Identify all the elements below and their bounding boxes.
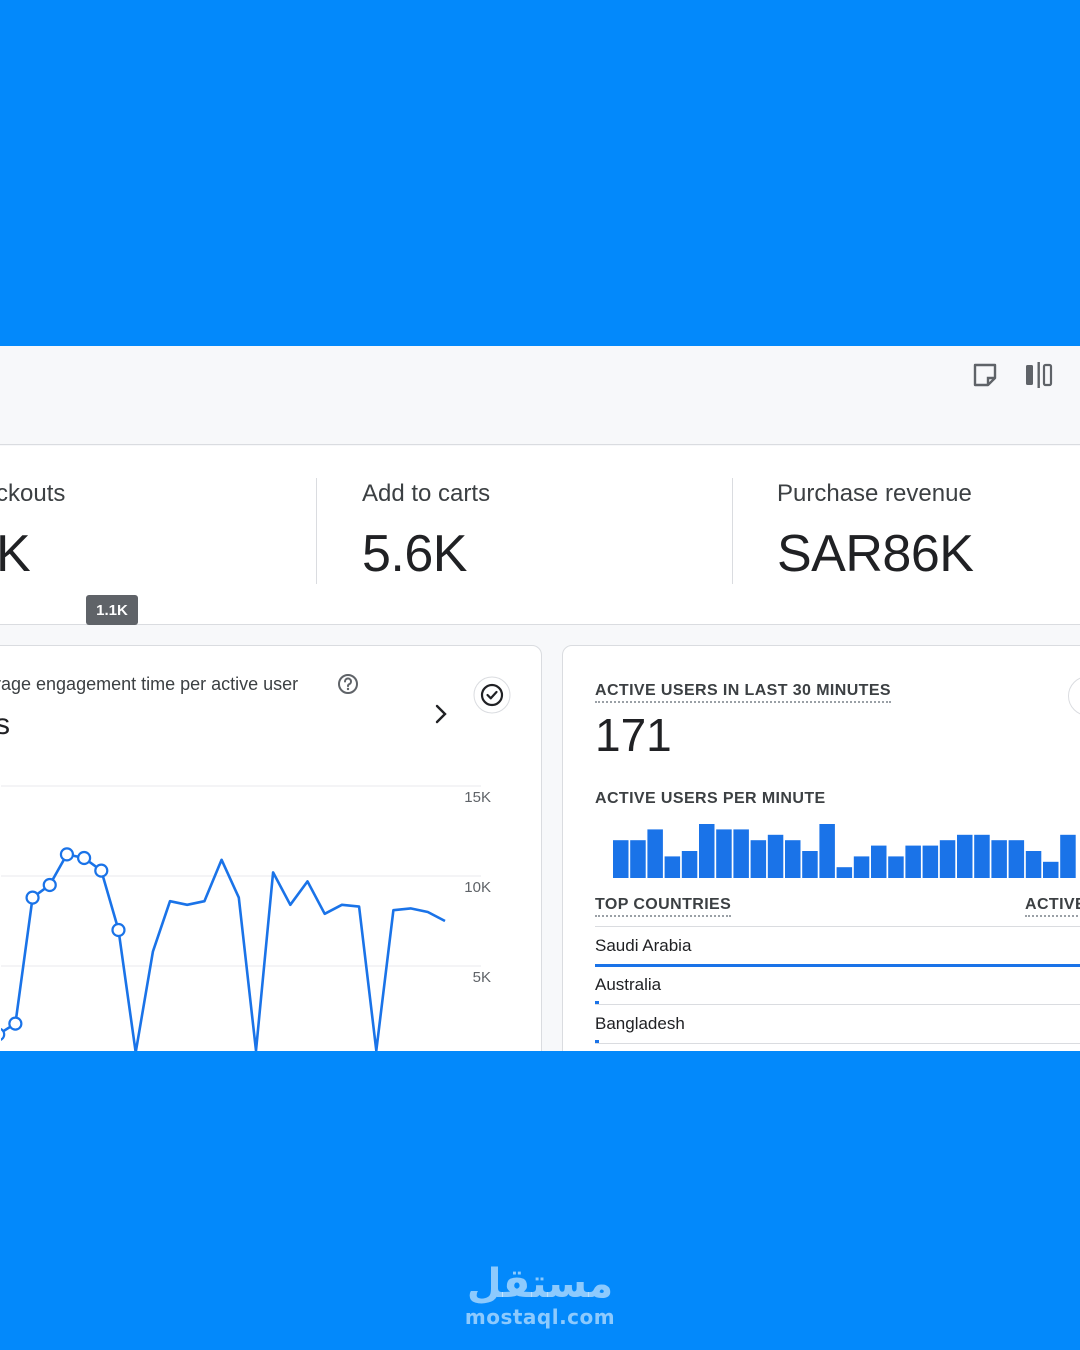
minute-bar — [681, 851, 698, 878]
minute-bar — [819, 824, 835, 878]
watermark-latin: mostaql.com — [464, 1305, 616, 1329]
minute-bar — [767, 834, 784, 878]
realtime-title[interactable]: ACTIVE USERS IN LAST 30 MINUTES — [595, 682, 891, 703]
engagement-line-chart: 15K 10K 5K — [1, 785, 491, 1051]
y-tick-label: 15K — [464, 789, 491, 806]
realtime-value: 171 — [595, 709, 672, 761]
minute-bar — [699, 824, 715, 878]
kpi-divider — [316, 478, 317, 584]
minute-bar — [905, 845, 921, 878]
kpi-purchase-revenue[interactable]: Purchase revenue SAR86K — [777, 446, 1077, 625]
minute-bar — [974, 834, 990, 878]
minute-bar — [853, 856, 870, 878]
minute-bar — [991, 840, 1007, 878]
data-point-marker — [25, 890, 40, 905]
country-share-bar — [595, 1001, 600, 1004]
country-row-saudi-arabia[interactable]: Saudi Arabia — [595, 936, 691, 956]
minute-bar — [785, 840, 801, 878]
note-icon[interactable] — [970, 360, 1000, 390]
toolbar — [0, 346, 1080, 445]
divider — [595, 1043, 1080, 1044]
minute-bar — [802, 851, 818, 878]
chart-tooltip: 1.1K — [86, 595, 138, 625]
kpi-value: SAR86K — [777, 525, 974, 583]
top-countries-text: TOP COUNTRIES — [595, 896, 732, 917]
data-point-marker — [94, 863, 109, 878]
data-point-marker — [111, 922, 126, 938]
country-row-australia[interactable]: Australia — [595, 975, 661, 995]
minute-bar — [957, 834, 973, 878]
active-users-header[interactable]: ACTIVE — [1025, 896, 1080, 917]
minute-bar — [750, 840, 767, 878]
kpi-label: Add to carts — [362, 480, 491, 507]
data-point-marker — [1, 1027, 6, 1041]
realtime-card: ACTIVE USERS IN LAST 30 MINUTES 171 ACTI… — [562, 645, 1080, 1051]
realtime-menu-icon[interactable] — [1068, 676, 1080, 716]
kpi-row: ckouts K Add to carts 5.6K Purchase reve… — [0, 446, 1080, 625]
minute-bar — [647, 829, 663, 878]
engagement-card: rage engagement time per active user s 1… — [0, 645, 542, 1051]
kpi-divider — [732, 478, 733, 584]
per-minute-label: ACTIVE USERS PER MINUTE — [595, 790, 826, 807]
minute-bar — [922, 845, 939, 878]
realtime-title-text: ACTIVE USERS IN LAST 30 MINUTES — [595, 682, 891, 703]
minute-bar — [888, 856, 904, 878]
divider — [595, 926, 1080, 927]
country-share-bar — [595, 964, 1080, 967]
minute-bar — [613, 840, 629, 878]
kpi-add-to-carts[interactable]: Add to carts 5.6K — [362, 446, 702, 625]
per-minute-bar-chart — [613, 824, 1076, 878]
country-row-bangladesh[interactable]: Bangladesh — [595, 1014, 685, 1034]
minute-bar — [630, 840, 646, 878]
watermark-arabic: مستقل — [466, 1261, 614, 1307]
data-point-marker — [77, 850, 92, 866]
kpi-value: 5.6K — [362, 525, 467, 583]
minute-bar — [716, 829, 732, 878]
minute-bar — [1060, 834, 1076, 878]
kpi-checkouts[interactable]: ckouts K — [0, 446, 296, 625]
divider — [595, 1004, 1080, 1005]
active-users-text: ACTIVE — [1025, 896, 1080, 917]
data-point-marker — [8, 1016, 23, 1031]
kpi-label: Purchase revenue — [777, 480, 972, 507]
minute-bar — [664, 856, 681, 878]
kpi-value: K — [0, 525, 31, 583]
kpi-label: ckouts — [0, 480, 66, 507]
minute-bar — [733, 829, 749, 878]
minute-bar — [871, 845, 887, 878]
data-point-marker — [59, 847, 75, 862]
minute-bar — [1043, 861, 1059, 878]
mostaql-watermark: مستقل mostaql.com — [0, 1262, 1080, 1328]
minute-bar — [1025, 851, 1042, 878]
top-countries-header[interactable]: TOP COUNTRIES — [595, 896, 732, 917]
analytics-screenshot: ckouts K Add to carts 5.6K Purchase reve… — [0, 346, 1080, 1051]
minute-bar — [836, 867, 853, 878]
minute-bar — [939, 840, 956, 878]
minute-bar — [1008, 840, 1025, 878]
line-series — [1, 853, 446, 1051]
data-point-marker — [42, 877, 57, 893]
y-tick-label: 5K — [473, 969, 491, 986]
compare-icon[interactable] — [1024, 360, 1054, 390]
y-tick-label: 10K — [464, 879, 491, 896]
